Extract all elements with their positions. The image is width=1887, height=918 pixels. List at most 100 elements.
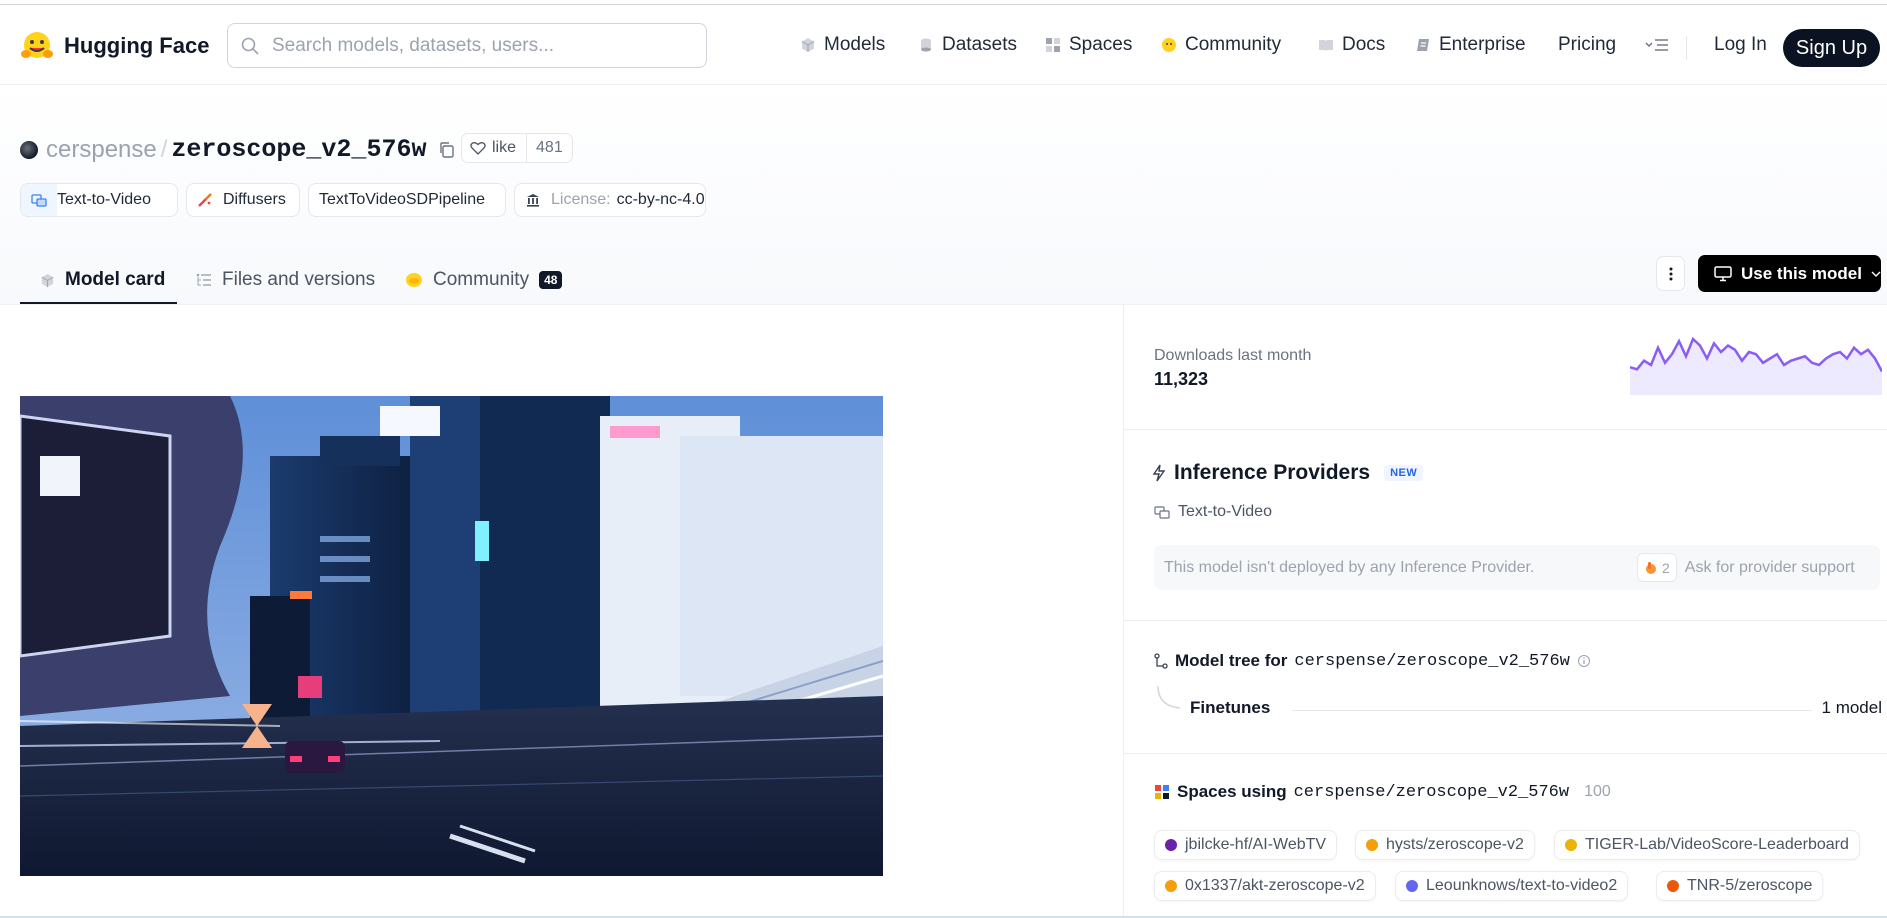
- tab-model-card[interactable]: Model card: [40, 255, 165, 305]
- main-nav: Models Datasets Spaces Community Docs En…: [0, 29, 1887, 61]
- inference-task: Text-to-Video: [1154, 503, 1272, 521]
- new-badge: NEW: [1384, 465, 1424, 481]
- repo-title: cerspense / zeroscope_v2_576w: [20, 135, 456, 164]
- nav-datasets[interactable]: Datasets: [918, 29, 1017, 61]
- nav-pricing[interactable]: Pricing: [1558, 29, 1616, 61]
- nav-datasets-label: Datasets: [942, 34, 1017, 55]
- spaces-repo: cerspense/zeroscope_v2_576w: [1293, 782, 1570, 802]
- like-count[interactable]: 481: [527, 139, 572, 157]
- more-menu-icon: [1645, 39, 1668, 51]
- finetunes-label: Finetunes: [1190, 698, 1271, 717]
- space-item[interactable]: TIGER-Lab/VideoScore-Leaderboard: [1554, 830, 1860, 860]
- spaces-icon: [1046, 38, 1060, 52]
- space-item[interactable]: Leounknows/text-to-video2: [1395, 871, 1629, 901]
- nav-models[interactable]: Models: [800, 29, 885, 61]
- model-tree-title: Model tree for cerspense/zeroscope_v2_57…: [1154, 651, 1591, 671]
- section-divider: [1124, 620, 1887, 621]
- finetunes-dotted-line: [1292, 710, 1812, 711]
- license-value: cc-by-nc-4.0: [616, 191, 705, 208]
- downloads-label: Downloads last month: [1154, 347, 1312, 364]
- space-avatar-icon: [1565, 839, 1577, 851]
- tab-files-and-versions[interactable]: Files and versions: [196, 255, 375, 305]
- monitor-icon: [1714, 265, 1732, 281]
- tab-community-label: Community: [433, 269, 530, 290]
- nav-spaces-label: Spaces: [1069, 34, 1133, 55]
- tag-pipeline[interactable]: TextToVideoSDPipeline: [308, 183, 506, 217]
- use-this-model-button[interactable]: Use this model: [1698, 255, 1881, 292]
- no-provider-message: This model isn't deployed by any Inferen…: [1164, 558, 1535, 576]
- space-avatar-icon: [1667, 880, 1679, 892]
- license-prefix: License:: [551, 191, 611, 208]
- ask-provider-label: Ask for provider support: [1684, 558, 1855, 576]
- vertical-dots-icon: [1669, 267, 1672, 280]
- tag-diffusers[interactable]: Diffusers: [186, 183, 300, 217]
- info-icon[interactable]: [1577, 654, 1591, 668]
- text-to-video-icon: [1154, 506, 1170, 519]
- inference-providers-title: Inference Providers NEW: [1152, 461, 1424, 485]
- space-label: 0x1337/akt-zeroscope-v2: [1185, 877, 1365, 894]
- nav-community-label: Community: [1185, 34, 1282, 55]
- tag-label: TextToVideoSDPipeline: [319, 191, 486, 208]
- content-divider: [1123, 305, 1124, 918]
- signup-button[interactable]: Sign Up: [1783, 29, 1880, 67]
- heart-icon: [470, 142, 486, 155]
- like-button[interactable]: like 481: [461, 133, 573, 163]
- login-label: Log In: [1714, 34, 1767, 55]
- like-label: like: [492, 139, 517, 156]
- inference-task-label: Text-to-Video: [1178, 503, 1272, 520]
- files-icon: [196, 273, 211, 286]
- provider-votes[interactable]: 2: [1637, 553, 1677, 582]
- section-divider: [1124, 429, 1887, 430]
- community-count-badge: 48: [539, 271, 563, 289]
- repo-owner-link[interactable]: cerspense: [46, 136, 157, 164]
- tag-license[interactable]: License: cc-by-nc-4.0: [514, 183, 706, 217]
- ask-provider-support[interactable]: 2 Ask for provider support: [1637, 553, 1855, 582]
- site-header: Hugging Face Models Datasets Spaces Comm…: [0, 5, 1887, 85]
- model-tree-repo: cerspense/zeroscope_v2_576w: [1294, 651, 1570, 671]
- space-item[interactable]: 0x1337/akt-zeroscope-v2: [1154, 871, 1376, 901]
- repo-name-link[interactable]: zeroscope_v2_576w: [171, 135, 426, 164]
- nav-docs-label: Docs: [1342, 34, 1386, 55]
- inference-provider-box: This model isn't deployed by any Inferen…: [1154, 545, 1880, 590]
- copy-icon[interactable]: [438, 141, 456, 159]
- space-avatar-icon: [1366, 839, 1378, 851]
- space-item[interactable]: jbilcke-hf/AI-WebTV: [1154, 830, 1338, 860]
- spaces-prefix: Spaces using: [1177, 782, 1287, 801]
- nav-docs[interactable]: Docs: [1318, 29, 1385, 61]
- nav-enterprise-label: Enterprise: [1439, 34, 1526, 55]
- space-avatar-icon: [1165, 880, 1177, 892]
- lightning-icon: [1152, 464, 1166, 482]
- nav-spaces[interactable]: Spaces: [1045, 29, 1132, 61]
- repo-separator: /: [160, 135, 168, 163]
- spaces-icon: [1155, 785, 1169, 799]
- model-preview-image: [20, 396, 883, 876]
- like-toggle[interactable]: like: [462, 134, 528, 162]
- nav-models-label: Models: [824, 34, 886, 55]
- model-tree-prefix: Model tree for: [1175, 651, 1288, 670]
- space-item[interactable]: TNR-5/zeroscope: [1656, 871, 1824, 901]
- license-icon: [515, 184, 551, 216]
- nav-pricing-label: Pricing: [1558, 34, 1617, 55]
- space-label: TNR-5/zeroscope: [1687, 877, 1813, 894]
- nav-community[interactable]: Community: [1161, 29, 1281, 61]
- owner-avatar[interactable]: [20, 140, 38, 159]
- finetunes-count[interactable]: 1 model: [1822, 698, 1882, 718]
- space-label: jbilcke-hf/AI-WebTV: [1185, 836, 1327, 853]
- tag-text-to-video[interactable]: Text-to-Video: [20, 183, 178, 217]
- more-options-button[interactable]: [1656, 256, 1685, 291]
- spaces-count: 100: [1584, 783, 1611, 800]
- downloads-value: 11,323: [1154, 369, 1209, 389]
- use-this-model-label: Use this model: [1741, 263, 1862, 283]
- nav-enterprise[interactable]: Enterprise: [1415, 29, 1526, 61]
- space-avatar-icon: [1165, 839, 1177, 851]
- login-link[interactable]: Log In: [1714, 29, 1767, 61]
- tab-community[interactable]: Community 48: [405, 255, 563, 305]
- downloads-sparkline: [1630, 336, 1882, 395]
- model-tree-icon: [1154, 653, 1168, 669]
- community-icon: [1162, 38, 1176, 52]
- nav-more-menu[interactable]: [1645, 29, 1669, 61]
- finetunes-row[interactable]: Finetunes 1 model: [1154, 686, 1882, 726]
- tag-label: Text-to-Video: [57, 191, 151, 208]
- space-label: Leounknows/text-to-video2: [1426, 877, 1618, 894]
- space-item[interactable]: hysts/zeroscope-v2: [1355, 830, 1535, 860]
